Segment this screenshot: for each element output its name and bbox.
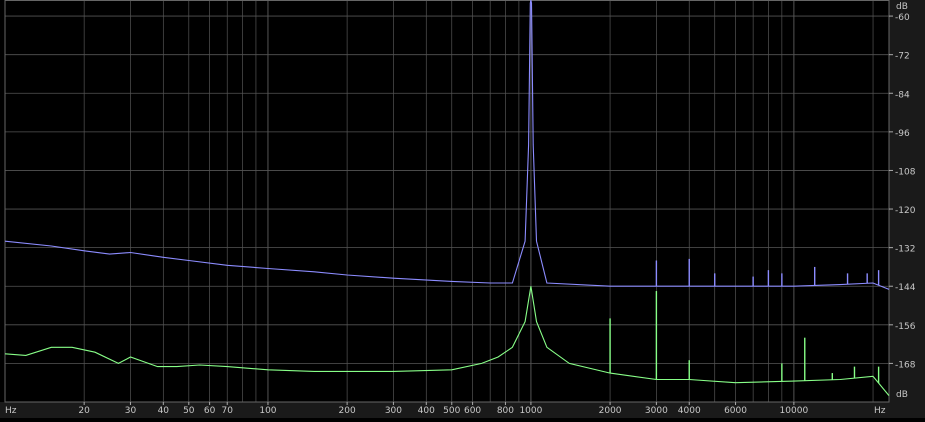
y-tick-label: -96 (895, 129, 910, 139)
x-tick-label: 400 (418, 406, 435, 416)
x-tick-label: 50 (183, 406, 195, 416)
x-tick-label: 3000 (645, 406, 668, 416)
x-tick-label: 100 (259, 406, 276, 416)
x-tick-label: 40 (158, 406, 170, 416)
y-tick-label: -108 (895, 167, 916, 177)
spectrum-plot: -60 -72 -84 -96 -108 -120 -132 -144 -156 -168 20 3… (0, 0, 925, 418)
x-tick-label: 2000 (599, 406, 622, 416)
y-tick-label: -156 (895, 322, 916, 332)
x-tick-label: 6000 (724, 406, 747, 416)
x-axis-unit-label-left: Hz (5, 406, 17, 416)
x-tick-label: 1000 (519, 406, 542, 416)
x-tick-label: 30 (125, 406, 137, 416)
y-tick-label: -60 (895, 13, 910, 23)
x-tick-label: 500 (443, 406, 460, 416)
y-tick-label: -132 (895, 245, 915, 255)
y-tick-label: -120 (895, 206, 916, 216)
x-tick-label: 200 (339, 406, 356, 416)
x-tick-label: 800 (497, 406, 514, 416)
y-tick-label: -144 (895, 283, 916, 293)
y-axis-unit-label-bottom: dB (896, 390, 908, 400)
x-tick-label: 600 (464, 406, 481, 416)
x-tick-label: 4000 (678, 406, 701, 416)
y-tick-label: -84 (895, 90, 910, 100)
x-tick-label: 300 (385, 406, 402, 416)
x-tick-label: 10000 (780, 406, 809, 416)
x-tick-label: 60 (204, 406, 216, 416)
x-axis-unit-label-right: Hz (874, 406, 886, 416)
spectrum-chart: -60 -72 -84 -96 -108 -120 -132 -144 -156 -168 20 3… (0, 0, 925, 418)
y-tick-label: -168 (895, 360, 916, 370)
x-tick-label: 20 (78, 406, 90, 416)
y-tick-label: -72 (895, 52, 910, 62)
x-tick-label: 70 (222, 406, 234, 416)
y-axis-unit-label: dB (896, 2, 908, 12)
